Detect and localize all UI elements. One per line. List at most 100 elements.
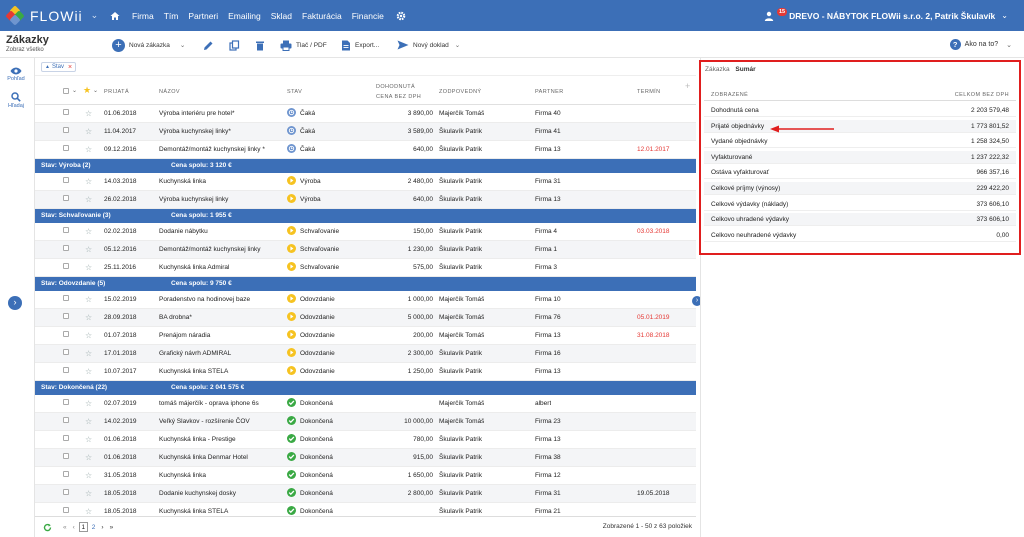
cell-name[interactable]: Demontáž/montáž kuchynskej linky	[159, 241, 283, 259]
nav-item-fakturacia[interactable]: Fakturácia	[302, 11, 342, 21]
table-row[interactable]: ☆ 14.03.2018 Kuchynská linka Výroba 2 480,00…	[35, 173, 696, 191]
star-icon[interactable]: ☆	[85, 485, 92, 503]
row-checkbox[interactable]	[63, 105, 69, 123]
refresh-icon[interactable]	[43, 523, 52, 532]
delete-button[interactable]	[255, 38, 269, 52]
expand-sidebar-button[interactable]: ›	[8, 296, 22, 310]
row-checkbox[interactable]	[63, 345, 69, 363]
table-row[interactable]: ☆ 28.09.2018 BA drobna* Odovzdanie 5 000,00 M…	[35, 309, 696, 327]
nav-item-firma[interactable]: Firma	[132, 11, 154, 21]
star-icon[interactable]: ☆	[85, 191, 92, 209]
group-row[interactable]: Stav: Výroba (2) Cena spolu: 3 120 €	[35, 159, 696, 173]
star-icon[interactable]: ☆	[85, 141, 92, 159]
table-row[interactable]: ☆ 17.01.2018 Grafický návrh ADMIRAL Odovzda…	[35, 345, 696, 363]
nav-item-partneri[interactable]: Partneri	[188, 11, 218, 21]
cell-name[interactable]: Výroba kuchynskej linky*	[159, 123, 283, 141]
cell-name[interactable]: Kuchynská linka	[159, 173, 283, 191]
group-row[interactable]: Stav: Odovzdanie (5) Cena spolu: 9 750 €	[35, 277, 696, 291]
table-row[interactable]: ☆ 14.02.2019 Veľký Slavkov - rozšírenie ČO…	[35, 413, 696, 431]
cell-name[interactable]: Kuchynská linka Admiral	[159, 259, 283, 277]
copy-button[interactable]	[229, 38, 244, 52]
nav-item-financie[interactable]: Financie	[352, 11, 384, 21]
page-1-button[interactable]: 1	[78, 522, 88, 532]
star-icon[interactable]: ☆	[85, 449, 92, 467]
row-checkbox[interactable]	[63, 467, 69, 485]
user-menu[interactable]: 15 DREVO - NÁBYTOK FLOWii s.r.o. 2, Patr…	[764, 0, 1008, 31]
star-icon[interactable]: ☆	[85, 327, 92, 345]
cell-name[interactable]: Výroba interiéru pre hotel*	[159, 105, 283, 123]
export-button[interactable]: Export...	[341, 38, 379, 52]
star-icon[interactable]: ☆	[85, 345, 92, 363]
cell-name[interactable]: Grafický návrh ADMIRAL	[159, 345, 283, 363]
table-row[interactable]: ☆ 18.05.2018 Dodanie kuchynskej dosky Dokon…	[35, 485, 696, 503]
nav-item-emailing[interactable]: Emailing	[228, 11, 261, 21]
view-filter-label[interactable]: Zobraz všetko	[6, 47, 44, 53]
table-row[interactable]: ☆ 25.11.2016 Kuchynská linka Admiral Schvaľ…	[35, 259, 696, 277]
chevron-down-icon[interactable]: ⌄	[93, 87, 98, 94]
new-document-button[interactable]: Nový doklad ⌄	[397, 38, 460, 52]
table-row[interactable]: ☆ 02.02.2018 Dodanie nábytku Schvaľovanie 15…	[35, 223, 696, 241]
notification-badge[interactable]: 15	[776, 7, 788, 16]
column-header-nazov[interactable]: NÁZOV	[159, 89, 180, 95]
table-row[interactable]: ☆ 01.06.2018 Výroba interiéru pre hotel* Ča…	[35, 105, 696, 123]
cell-name[interactable]: BA drobna*	[159, 309, 283, 327]
cell-name[interactable]: Kuchynská linka	[159, 467, 283, 485]
table-row[interactable]: ☆ 31.05.2018 Kuchynská linka Dokončená 1 650…	[35, 467, 696, 485]
table-row[interactable]: ☆ 15.02.2019 Poradenstvo na hodinovej baze…	[35, 291, 696, 309]
row-checkbox[interactable]	[63, 259, 69, 277]
star-icon[interactable]: ★	[83, 85, 91, 96]
cell-name[interactable]: Prenájom náradia	[159, 327, 283, 345]
page-2-button[interactable]: 2	[92, 524, 96, 531]
group-row[interactable]: Stav: Schvaľovanie (3) Cena spolu: 1 955 …	[35, 209, 696, 223]
filter-chip-status[interactable]: ▲ Stav ×	[41, 62, 77, 72]
app-menu-chevron-icon[interactable]: ⌄	[91, 10, 99, 21]
star-icon[interactable]: ☆	[85, 291, 92, 309]
row-checkbox[interactable]	[63, 363, 69, 381]
star-icon[interactable]: ☆	[85, 173, 92, 191]
nav-item-tim[interactable]: Tím	[164, 11, 179, 21]
close-icon[interactable]: ×	[68, 63, 72, 72]
cell-name[interactable]: tomáš májerčík - oprava iphone 6s	[159, 395, 283, 413]
add-column-icon[interactable]: +	[685, 81, 691, 91]
table-row[interactable]: ☆ 02.07.2019 tomáš májerčík - oprava iphon…	[35, 395, 696, 413]
table-row[interactable]: ☆ 01.06.2018 Kuchynská linka - Prestige Dok…	[35, 431, 696, 449]
star-icon[interactable]: ☆	[85, 309, 92, 327]
row-checkbox[interactable]	[63, 413, 69, 431]
row-checkbox[interactable]	[63, 191, 69, 209]
table-row[interactable]: ☆ 10.07.2017 Kuchynská linka STELA Odovzdan…	[35, 363, 696, 381]
nav-item-sklad[interactable]: Sklad	[271, 11, 292, 21]
cell-name[interactable]: Veľký Slavkov - rozšírenie ČOV	[159, 413, 283, 431]
cell-name[interactable]: Kuchynská linka - Prestige	[159, 431, 283, 449]
search-button[interactable]: Hľadaj	[0, 92, 32, 109]
table-row[interactable]: ☆ 05.12.2016 Demontáž/montáž kuchynskej li…	[35, 241, 696, 259]
column-header-zodpovedny[interactable]: ZODPOVEDNÝ	[439, 89, 482, 95]
star-icon[interactable]: ☆	[85, 259, 92, 277]
row-checkbox[interactable]	[63, 395, 69, 413]
select-all-checkbox[interactable]	[63, 88, 69, 94]
row-checkbox[interactable]	[63, 309, 69, 327]
table-row[interactable]: ☆ 11.04.2017 Výroba kuchynskej linky* Čaká 3…	[35, 123, 696, 141]
cell-name[interactable]: Dodanie nábytku	[159, 223, 283, 241]
column-header-termin[interactable]: TERMÍN	[637, 89, 660, 95]
cell-name[interactable]: Demontáž/montáž kuchynskej linky *	[159, 141, 283, 159]
edit-button[interactable]	[203, 38, 218, 52]
column-header-prijata[interactable]: PRIJATÁ	[104, 89, 129, 95]
group-row[interactable]: Stav: Dokončená (22) Cena spolu: 2 041 57…	[35, 381, 696, 395]
view-button[interactable]: Pohľad	[0, 67, 32, 82]
column-header-cena-2[interactable]: CENA BEZ DPH	[376, 94, 421, 100]
column-header-partner[interactable]: PARTNER	[535, 89, 564, 95]
gear-icon[interactable]	[396, 11, 406, 21]
row-checkbox[interactable]	[63, 485, 69, 503]
row-checkbox[interactable]	[63, 431, 69, 449]
row-checkbox[interactable]	[63, 223, 69, 241]
star-icon[interactable]: ☆	[85, 467, 92, 485]
row-checkbox[interactable]	[63, 173, 69, 191]
row-checkbox[interactable]	[63, 241, 69, 259]
column-header-stav[interactable]: STAV	[287, 89, 302, 95]
star-icon[interactable]: ☆	[85, 241, 92, 259]
column-header-cena-1[interactable]: DOHODNUTÁ	[376, 84, 415, 90]
print-pdf-button[interactable]: Tlač / PDF	[280, 38, 327, 52]
next-page-button[interactable]: ›	[101, 524, 103, 531]
cell-name[interactable]: Kuchynská linka STELA	[159, 363, 283, 381]
help-button[interactable]: ? Ako na to? ⌄	[949, 39, 1012, 50]
